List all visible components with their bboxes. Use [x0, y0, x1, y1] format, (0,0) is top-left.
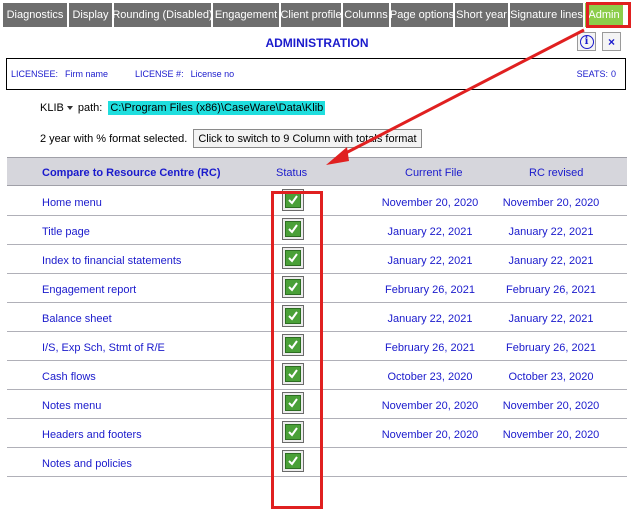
row-rc-revised: October 23, 2020	[508, 371, 594, 383]
license-no-label: LICENSE #:	[135, 69, 184, 79]
tab-diagnostics[interactable]: Diagnostics	[3, 3, 67, 27]
table-row: Title page January 22, 2021 January 22, 20…	[7, 216, 627, 245]
row-current-file: February 26, 2021	[385, 284, 475, 296]
table-header: Compare to Resource Centre (RC) Status C…	[7, 157, 627, 186]
row-name-link[interactable]: Balance sheet	[42, 313, 112, 325]
header-current-file: Current File	[405, 167, 463, 179]
close-button[interactable]: ×	[602, 32, 621, 51]
status-checkbox[interactable]	[282, 247, 304, 269]
row-rc-revised: February 26, 2021	[506, 342, 596, 354]
info-icon: i	[579, 34, 594, 49]
table-row: Balance sheet January 22, 2021 January 22,…	[7, 303, 627, 332]
klib-row: KLIB path: C:\Program Files (x86)\CaseWa…	[40, 99, 326, 117]
tab-rounding[interactable]: Rounding (Disabled)	[112, 3, 213, 27]
license-no-value: License no	[190, 69, 235, 79]
seats-label: SEATS:	[576, 69, 608, 79]
row-rc-revised: January 22, 2021	[508, 313, 594, 325]
format-status-text: 2 year with % format selected.	[40, 132, 188, 145]
table-row: Notes menu November 20, 2020 November 20, …	[7, 390, 627, 419]
row-rc-revised: January 22, 2021	[508, 255, 594, 267]
status-checkbox[interactable]	[282, 189, 304, 211]
checkmark-icon	[285, 308, 301, 324]
row-name-link[interactable]: Index to financial statements	[42, 255, 181, 267]
table-row: Notes and policies	[7, 448, 627, 477]
header-rc-revised: RC revised	[529, 167, 584, 179]
status-checkbox[interactable]	[282, 218, 304, 240]
header-status: Status	[276, 167, 308, 179]
tab-admin[interactable]: Admin	[585, 3, 623, 27]
row-name-link[interactable]: Cash flows	[42, 371, 96, 383]
table-row: Index to financial statements January 22,…	[7, 245, 627, 274]
status-checkbox[interactable]	[282, 334, 304, 356]
checkmark-icon	[285, 337, 301, 353]
row-current-file: November 20, 2020	[381, 429, 479, 441]
seats-value: 0	[610, 69, 616, 79]
admin-panel: ADMINISTRATION i × LICENSEE: Firm name L…	[3, 29, 631, 509]
klib-path-field[interactable]: C:\Program Files (x86)\CaseWare\Data\Kli…	[108, 101, 326, 115]
table-row: I/S, Exp Sch, Stmt of R/E February 26, 20…	[7, 332, 627, 361]
licensee-value: Firm name	[65, 69, 109, 79]
row-name-link[interactable]: Title page	[42, 226, 90, 238]
tab-engagement[interactable]: Engagement	[213, 3, 279, 27]
checkmark-icon	[285, 250, 301, 266]
checkmark-icon	[285, 395, 301, 411]
checkmark-icon	[285, 366, 301, 382]
row-rc-revised: November 20, 2020	[502, 429, 600, 441]
status-checkbox[interactable]	[282, 392, 304, 414]
tab-bar: Diagnostics Display Rounding (Disabled) …	[3, 3, 623, 27]
status-checkbox[interactable]	[282, 363, 304, 385]
format-row: 2 year with % format selected. Click to …	[40, 129, 422, 148]
tab-signature-lines[interactable]: Signature lines	[510, 3, 583, 27]
tab-display[interactable]: Display	[69, 3, 112, 27]
row-rc-revised: January 22, 2021	[508, 226, 594, 238]
page-title: ADMINISTRATION	[265, 36, 369, 50]
row-rc-revised: November 20, 2020	[502, 400, 600, 412]
klib-select[interactable]: KLIB	[40, 102, 73, 114]
header-compare: Compare to Resource Centre (RC)	[42, 167, 221, 179]
row-name-link[interactable]: Notes menu	[42, 400, 101, 412]
klib-select-value: KLIB	[40, 102, 64, 114]
status-checkbox[interactable]	[282, 305, 304, 327]
status-checkbox[interactable]	[282, 421, 304, 443]
row-name-link[interactable]: Headers and footers	[42, 429, 142, 441]
chevron-down-icon	[66, 106, 73, 110]
switch-format-button[interactable]: Click to switch to 9 Column with totals …	[193, 129, 422, 148]
row-current-file: November 20, 2020	[381, 400, 479, 412]
row-current-file: January 22, 2021	[387, 226, 473, 238]
row-current-file: January 22, 2021	[387, 255, 473, 267]
row-rc-revised: November 20, 2020	[502, 197, 600, 209]
row-name-link[interactable]: Home menu	[42, 197, 102, 209]
status-checkbox[interactable]	[282, 276, 304, 298]
row-name-link[interactable]: Engagement report	[42, 284, 136, 296]
checkmark-icon	[285, 221, 301, 237]
license-info-box: LICENSEE: Firm name LICENSE #: License n…	[6, 58, 626, 90]
tab-client-profile[interactable]: Client profile	[280, 3, 342, 27]
tab-page-options[interactable]: Page options	[390, 3, 454, 27]
table-row: Cash flows October 23, 2020 October 23, 20…	[7, 361, 627, 390]
tab-short-year[interactable]: Short year	[455, 3, 508, 27]
tab-columns[interactable]: Columns	[343, 3, 389, 27]
row-current-file: October 23, 2020	[387, 371, 473, 383]
row-current-file: February 26, 2021	[385, 342, 475, 354]
status-checkbox[interactable]	[282, 450, 304, 472]
licensee-label: LICENSEE:	[11, 69, 59, 79]
row-current-file: November 20, 2020	[381, 197, 479, 209]
row-name-link[interactable]: Notes and policies	[42, 458, 132, 470]
checkmark-icon	[285, 279, 301, 295]
row-rc-revised: February 26, 2021	[506, 284, 596, 296]
info-button[interactable]: i	[577, 32, 596, 51]
row-name-link[interactable]: I/S, Exp Sch, Stmt of R/E	[42, 342, 165, 354]
checkmark-icon	[285, 453, 301, 469]
table-row: Engagement report February 26, 2021 Februa…	[7, 274, 627, 303]
checkmark-icon	[285, 192, 301, 208]
checkmark-icon	[285, 424, 301, 440]
table-row: Headers and footers November 20, 2020 Nove…	[7, 419, 627, 448]
path-label: path:	[77, 102, 103, 114]
close-icon: ×	[607, 34, 615, 49]
row-current-file: January 22, 2021	[387, 313, 473, 325]
table-row: Home menu November 20, 2020 November 20, 2…	[7, 187, 627, 216]
